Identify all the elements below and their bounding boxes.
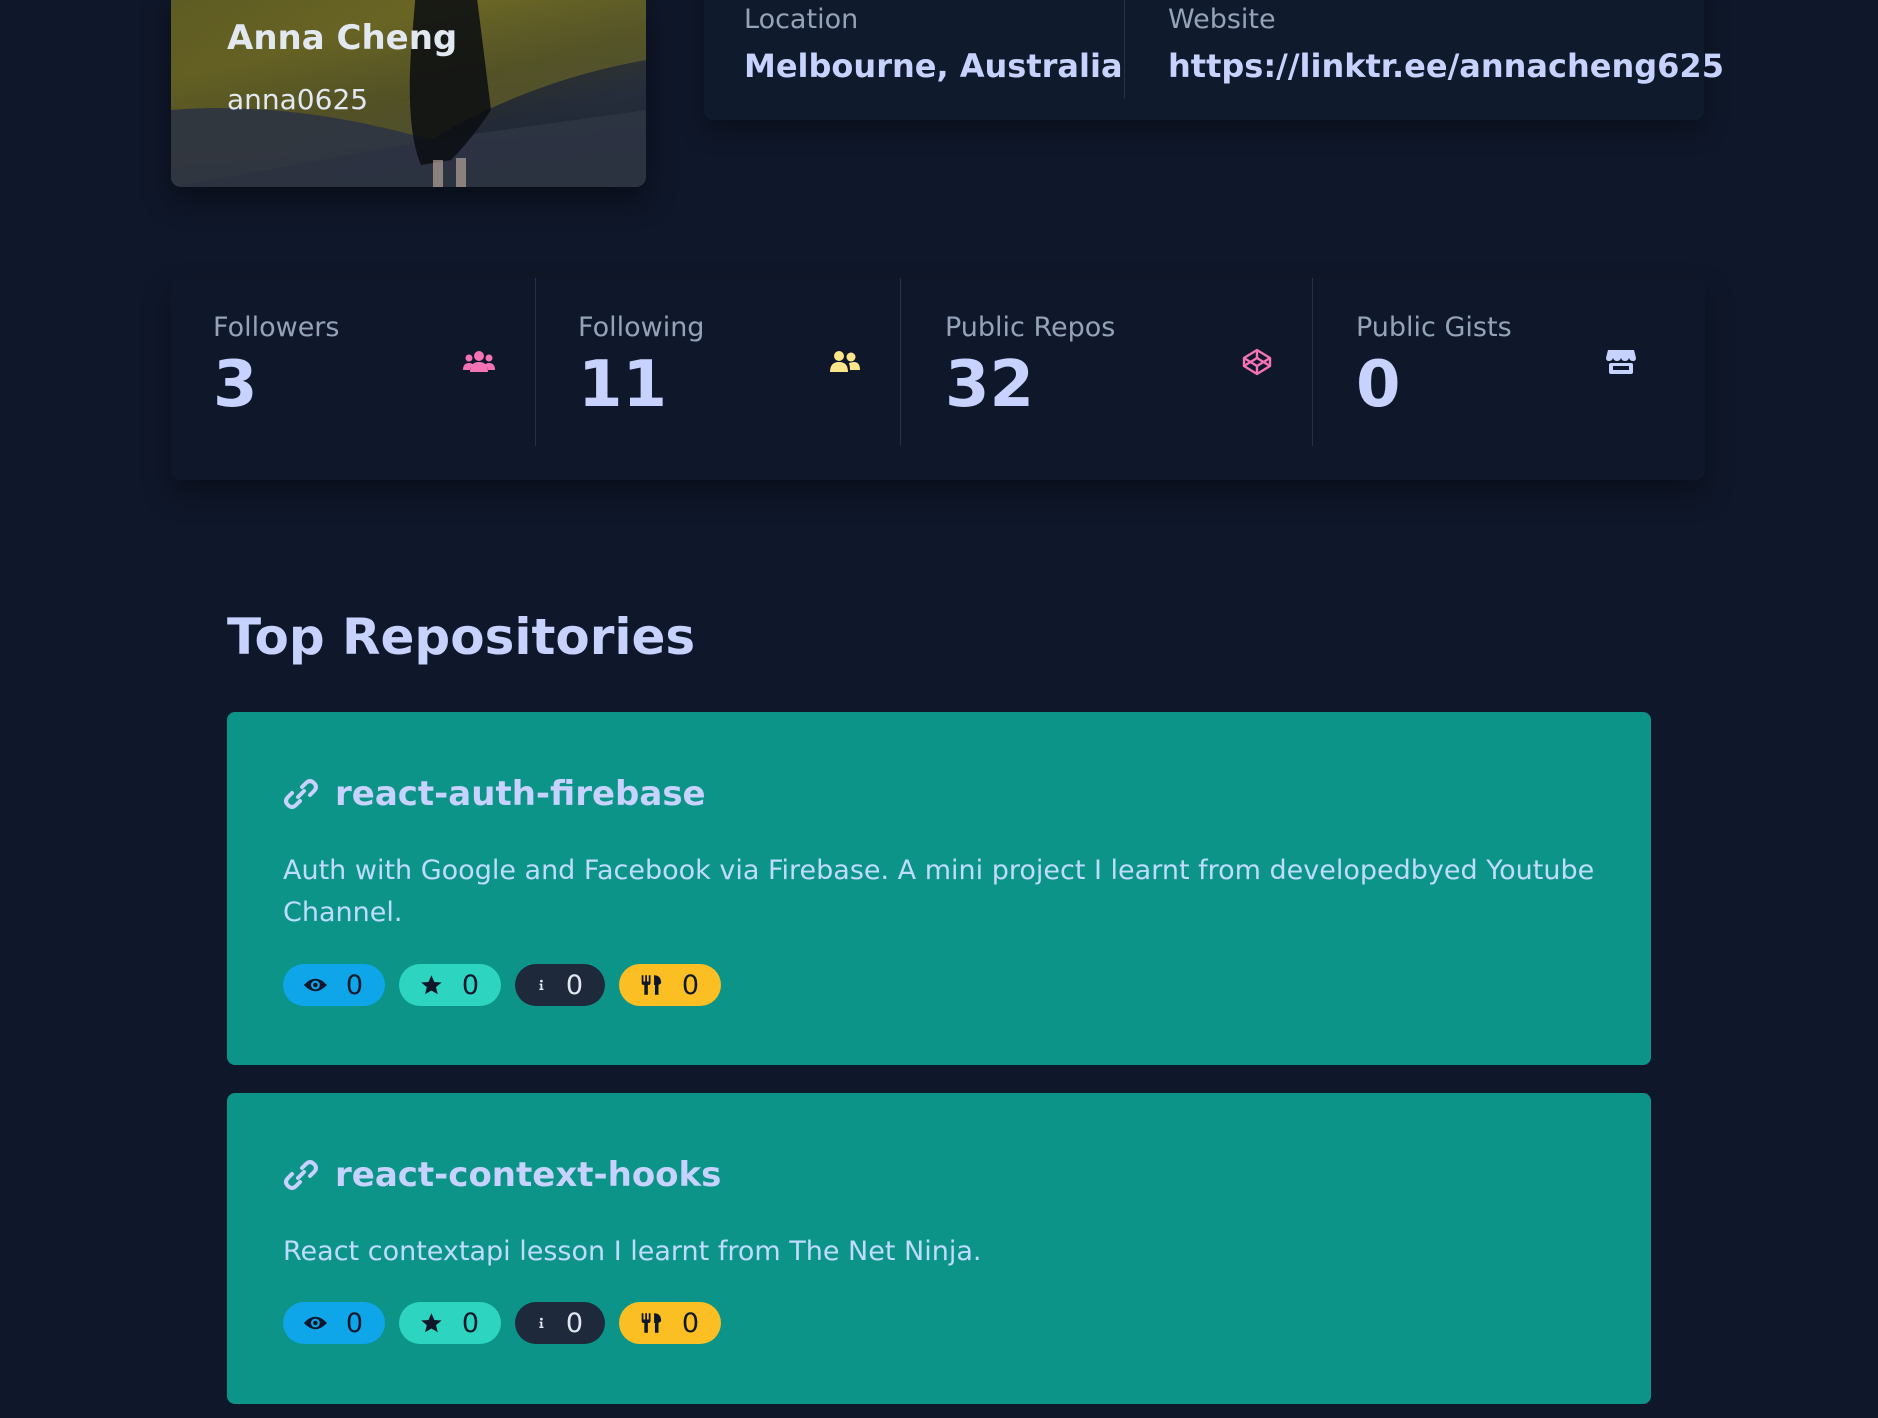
stats-panel: Followers 3 Following 11 Public Repos 32… <box>171 278 1705 480</box>
stars-count: 0 <box>461 969 479 1001</box>
link-icon <box>284 779 318 809</box>
info-panel: Location Melbourne, Australia Website ht… <box>704 0 1724 120</box>
stat-public-repos: Public Repos 32 <box>901 278 1313 446</box>
website-block: Website https://linktr.ee/annacheng625 <box>1168 4 1724 85</box>
stat-label: Following <box>578 312 705 343</box>
repositories-panel: Top Repositories react-auth-firebase Aut… <box>171 560 1705 1418</box>
stars-badge: 0 <box>399 964 501 1006</box>
repo-card[interactable]: react-auth-firebase Auth with Google and… <box>227 712 1651 1065</box>
forks-count: 0 <box>681 969 699 1001</box>
profile-login: anna0625 <box>227 83 369 116</box>
repo-name-link[interactable]: react-context-hooks <box>335 1155 721 1195</box>
watchers-badge: 0 <box>283 964 385 1006</box>
stat-following: Following 11 <box>536 278 900 446</box>
users-icon <box>463 351 495 372</box>
store-icon <box>1606 350 1636 374</box>
profile-name: Anna Cheng <box>227 18 458 58</box>
stat-public-gists: Public Gists 0 <box>1313 278 1705 446</box>
utensils-icon <box>641 1313 662 1333</box>
watchers-badge: 0 <box>283 1302 385 1344</box>
repositories-title: Top Repositories <box>227 608 696 666</box>
stars-badge: 0 <box>399 1302 501 1344</box>
watchers-count: 0 <box>345 1307 363 1339</box>
repo-badges: 0 0 0 0 <box>283 1302 721 1344</box>
star-icon <box>421 1313 442 1333</box>
info-divider <box>1124 0 1125 98</box>
website-label: Website <box>1168 4 1276 35</box>
stat-value: 32 <box>945 348 1035 422</box>
stat-value: 3 <box>213 348 258 422</box>
issues-count: 0 <box>565 1307 583 1339</box>
issues-badge: 0 <box>515 964 605 1006</box>
stat-label: Public Repos <box>945 312 1116 343</box>
repo-description: React contextapi lesson I learnt from Th… <box>283 1236 982 1267</box>
info-icon <box>539 1317 544 1329</box>
forks-badge: 0 <box>619 964 721 1006</box>
stat-value: 11 <box>578 348 668 422</box>
forks-badge: 0 <box>619 1302 721 1344</box>
eye-icon <box>303 978 327 992</box>
watchers-count: 0 <box>345 969 363 1001</box>
profile-card[interactable]: Anna Cheng anna0625 <box>171 0 646 187</box>
location-block: Location Melbourne, Australia <box>744 4 1123 85</box>
user-friends-icon <box>830 351 860 372</box>
repo-card[interactable]: react-context-hooks React contextapi les… <box>227 1093 1651 1404</box>
website-link[interactable]: https://linktr.ee/annacheng625 <box>1168 47 1724 85</box>
info-icon <box>539 979 544 991</box>
repo-description: Auth with Google and Facebook via Fireba… <box>283 855 1595 928</box>
stars-count: 0 <box>461 1307 479 1339</box>
issues-count: 0 <box>565 969 583 1001</box>
utensils-icon <box>641 975 662 995</box>
repo-badges: 0 0 0 0 <box>283 964 721 1006</box>
eye-icon <box>303 1316 327 1330</box>
stat-value: 0 <box>1356 348 1401 422</box>
forks-count: 0 <box>681 1307 699 1339</box>
page: Anna Cheng anna0625 Location Melbourne, … <box>0 0 1878 1418</box>
repo-header: react-auth-firebase <box>283 774 706 814</box>
codepen-icon <box>1242 348 1272 376</box>
stat-label: Public Gists <box>1356 312 1512 343</box>
location-value: Melbourne, Australia <box>744 47 1123 85</box>
repo-header: react-context-hooks <box>283 1155 721 1195</box>
issues-badge: 0 <box>515 1302 605 1344</box>
stat-followers: Followers 3 <box>171 278 535 446</box>
location-label: Location <box>744 4 859 35</box>
repo-name-link[interactable]: react-auth-firebase <box>335 774 706 814</box>
stat-label: Followers <box>213 312 340 343</box>
star-icon <box>421 975 442 995</box>
link-icon <box>284 1160 318 1190</box>
